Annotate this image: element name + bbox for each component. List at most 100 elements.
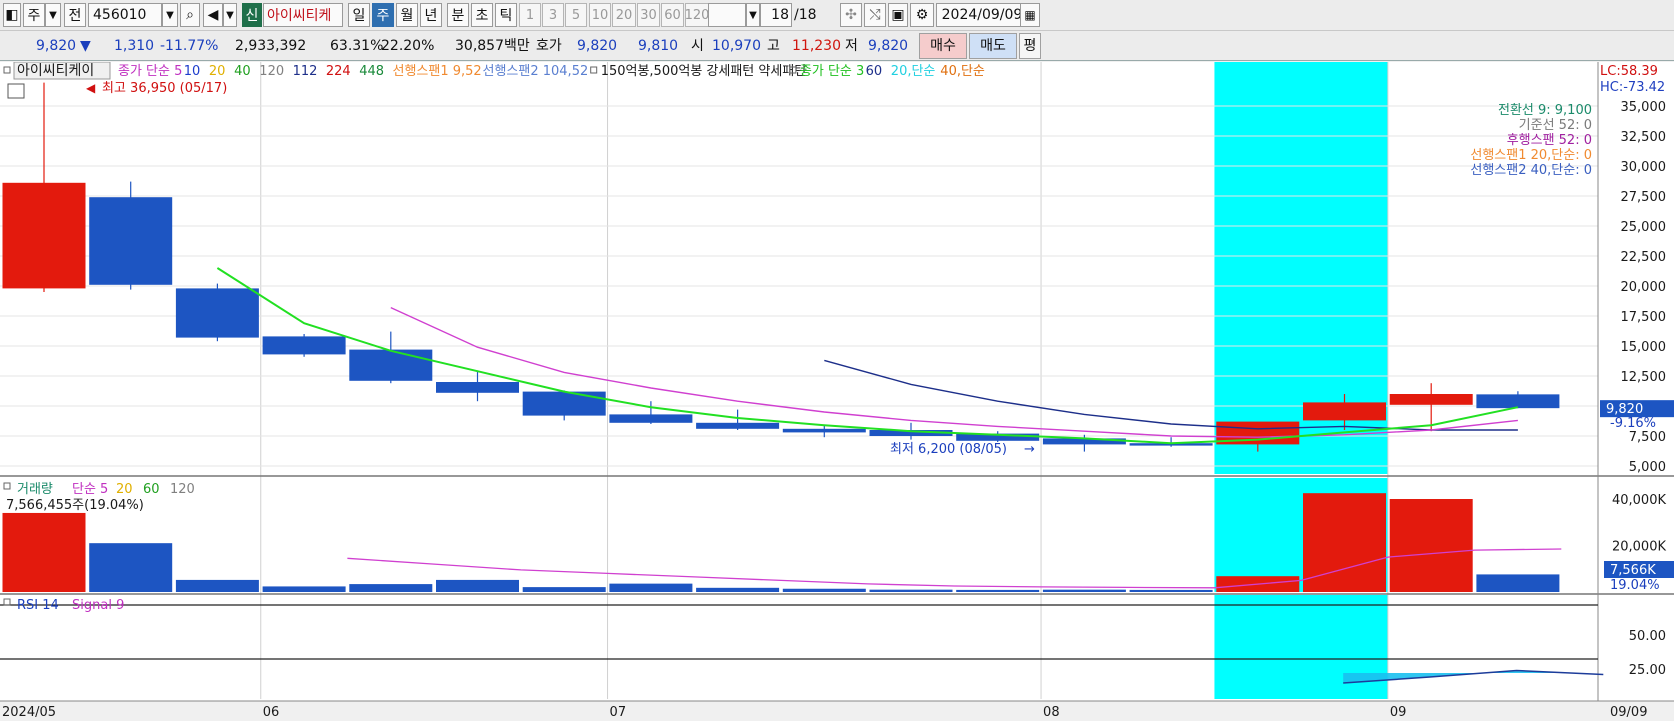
candle-body [175,288,259,338]
open-label: 시 [691,38,704,54]
price-tick: 15,000 [1621,340,1667,355]
date-tick: 2024/05 [2,705,56,720]
legend-item: 선행스팬2 104,52 [483,63,589,79]
rsi-tick: 25.00 [1629,663,1666,678]
candle-body [1389,394,1473,405]
speaker-dropdown-icon[interactable]: ▼ [223,3,237,27]
date-tick: 06 [263,705,280,720]
legend-item: 448 [359,64,384,79]
price-tick: 22,500 [1621,250,1667,265]
low-price: 9,820 [868,38,909,54]
buy-button[interactable]: 매수 [919,33,967,59]
period-button-2[interactable]: 월 [396,3,418,27]
low-label: 저 [845,38,858,54]
layout-icon[interactable]: ◧ [3,3,21,27]
flat-button[interactable]: 평 [1019,33,1041,59]
date-input[interactable]: 2024/09/09 [936,3,1028,27]
ichimoku-value: 기준선 52: 0 [1519,118,1592,133]
price-tick: 35,000 [1621,100,1667,115]
interval-button-60[interactable]: 60 [661,3,684,27]
code-input[interactable]: 456010 [88,3,162,27]
interval-button-5[interactable]: 5 [565,3,587,27]
volume-title: 거래량 [17,482,53,497]
period-button-6[interactable]: 틱 [495,3,517,27]
legend-item: 10 [184,64,201,79]
interval-button-30[interactable]: 30 [637,3,660,27]
date-tick: 09 [1390,705,1407,720]
period-button-1[interactable]: 주 [372,3,394,27]
low-arrow-icon: → [1024,442,1035,457]
high-price: 11,230 [792,38,841,54]
price-tick: 27,500 [1621,190,1667,205]
price-tick: 12,500 [1621,370,1667,385]
crosshair-icon[interactable]: ✣ [840,3,862,27]
speaker-icon[interactable]: ◀ [203,3,223,27]
current-volume-pct: 19.04% [1610,578,1660,593]
candle-body [2,182,86,289]
page-count-input[interactable]: 18 [760,3,792,27]
period-button-3[interactable]: 년 [420,3,442,27]
interval-button-20[interactable]: 20 [612,3,636,27]
candle-body [696,422,780,429]
blank-select[interactable] [708,3,746,27]
quote-bar: 9,820 ▼ 1,310 -11.77% 2,933,392 63.31% 2… [0,31,1674,61]
volume: 2,933,392 [235,38,307,54]
trendline-icon[interactable]: ⤭ [864,3,886,27]
volume-bar [609,583,693,592]
volume-bar [262,586,346,592]
legend-item: 20,단순 [891,64,936,79]
calendar-icon[interactable]: ▦ [1020,3,1040,27]
grid-toggle-icon [7,83,25,99]
blank-select-dropdown-icon[interactable]: ▼ [746,3,760,27]
volume-ratio: 63.31% [330,38,384,54]
volume-bar [696,587,780,592]
low-annotation: 최저 6,200 (08/05) [890,442,1007,457]
hoga-buy: 9,810 [638,38,679,54]
legend-item: 40 [234,64,251,79]
down-arrow-icon: ▼ [80,38,91,54]
gear-icon[interactable]: ⚙ [910,3,934,27]
volume-bar [89,543,173,592]
candle-body [262,336,346,355]
volume-bar [2,512,86,592]
stock-name-field[interactable]: 아이씨티케 [263,3,343,27]
search-icon[interactable]: ⌕ [180,3,200,27]
volume-bar [956,589,1040,592]
interval-button-1[interactable]: 1 [519,3,541,27]
chart-area[interactable]: 아이씨티케이 종가 단순 5 10 20 40 120 112 224 448 선행스팬1 9,5… [0,62,1674,721]
price-tick: 32,500 [1621,130,1667,145]
date-axis-background [0,701,1674,721]
high-annotation: 최고 36,950 (05/17) [102,81,227,96]
period-button-5[interactable]: 초 [471,3,493,27]
interval-button-10[interactable]: 10 [589,3,611,27]
high-arrow-icon: ◀ [86,81,96,95]
price-tick: 7,500 [1629,430,1666,445]
volume-tick: 40,000K [1612,493,1666,508]
candle-body [522,391,606,416]
rsi-signal-label: Signal 9 [72,598,124,613]
current-price-pct: -9.16% [1610,416,1656,431]
date-tick: 07 [610,705,627,720]
period-button-4[interactable]: 분 [447,3,469,27]
date-right-label: 09/09 [1610,705,1647,720]
page-total: /18 [794,7,817,23]
trade-amount: 30,857백만 [455,38,530,54]
volume-info: 7,566,455주(19.04%) [6,498,144,513]
code-dropdown-icon[interactable]: ▼ [162,3,178,27]
chevron-down-icon[interactable]: ▼ [45,3,61,27]
period-select[interactable]: 주 [23,3,45,27]
price-change-pct: -11.77% [160,38,219,54]
interval-button-3[interactable]: 3 [542,3,564,27]
sell-button[interactable]: 매도 [969,33,1017,59]
prev-button[interactable]: 전 [64,3,86,27]
save-icon[interactable]: ▣ [888,3,908,27]
candle-body [782,428,866,433]
period-button-0[interactable]: 일 [348,3,370,27]
interval-button-120[interactable]: 120 [685,3,709,27]
ichimoku-value: 전환선 9: 9,100 [1498,103,1592,118]
volume-bar [869,589,953,592]
current-price-tag-label: 9,820 [1606,402,1643,417]
candle-body [609,414,693,423]
legend-item: 112 [293,64,318,79]
current-volume-tag-label: 7,566K [1610,563,1656,578]
